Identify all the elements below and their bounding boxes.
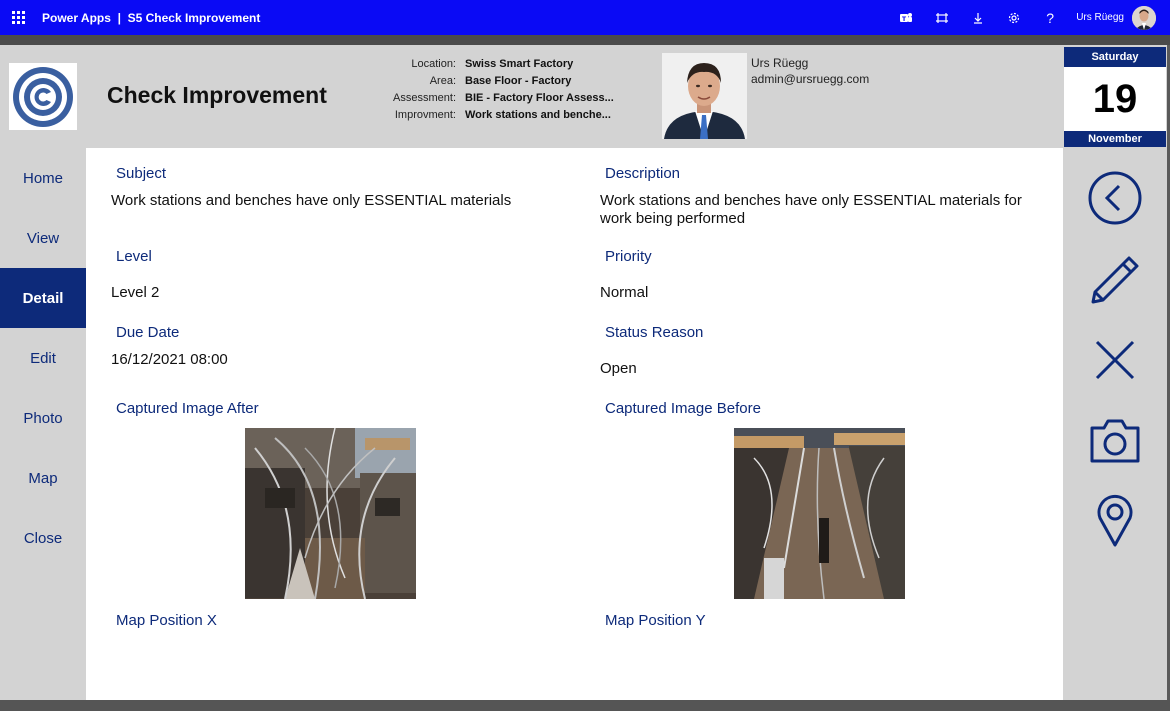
captured-image-before[interactable] (734, 428, 905, 599)
close-icon (1095, 340, 1135, 380)
location-label: Location: (411, 57, 456, 70)
due-date-value: 16/12/2021 08:00 (111, 351, 228, 368)
page-title: Check Improvement (107, 82, 327, 108)
map-button[interactable] (1064, 480, 1166, 560)
app-canvas: Check Improvement Location: Swiss Smart … (0, 45, 1167, 700)
header-shadow-band (0, 35, 1170, 45)
info-area: Area: Base Floor - Factory (340, 72, 650, 89)
map-pin-icon (1097, 495, 1133, 547)
info-location: Location: Swiss Smart Factory (340, 55, 650, 72)
cancel-button[interactable] (1064, 320, 1166, 400)
area-value: Base Floor - Factory (465, 74, 572, 87)
info-assessment: Assessment: BIE - Factory Floor Assess..… (340, 89, 650, 106)
level-label: Level (116, 248, 152, 265)
user-photo (662, 53, 747, 139)
map-position-y-label: Map Position Y (605, 612, 706, 629)
description-value: Work stations and benches have only ESSE… (600, 192, 1022, 227)
app-title: Power Apps | S5 Check Improvement (42, 11, 260, 25)
date-month: November (1064, 131, 1166, 147)
app-name: S5 Check Improvement (127, 10, 261, 25)
waffle-icon[interactable] (0, 0, 36, 35)
location-value: Swiss Smart Factory (465, 57, 574, 70)
map-position-x-label: Map Position X (116, 612, 217, 629)
assessment-label: Assessment: (393, 91, 456, 104)
detail-form: Subject Work stations and benches have o… (86, 148, 1063, 700)
nav-item-map[interactable]: Map (0, 448, 86, 508)
fit-screen-icon[interactable] (924, 0, 960, 35)
teams-icon[interactable]: T (888, 0, 924, 35)
priority-label: Priority (605, 248, 652, 265)
improvement-label: Improvment: (394, 108, 456, 121)
power-apps-header: Power Apps | S5 Check Improvement T ? Ur… (0, 0, 1170, 35)
back-button[interactable] (1064, 158, 1166, 238)
assessment-value: BIE - Factory Floor Assess... (465, 91, 614, 104)
subject-value: Work stations and benches have only ESSE… (111, 192, 512, 209)
back-icon (1088, 171, 1142, 225)
camera-button[interactable] (1064, 401, 1166, 481)
bottom-bar (0, 700, 1170, 711)
priority-value: Normal (600, 284, 649, 301)
status-reason-value: Open (600, 360, 637, 377)
status-reason-label: Status Reason (605, 324, 704, 341)
nav-item-photo[interactable]: Photo (0, 388, 86, 448)
area-label: Area: (429, 74, 456, 87)
header-user-name[interactable]: Urs Rüegg (1076, 12, 1124, 23)
subject-label: Subject (116, 165, 167, 182)
person-email: admin@ursruegg.com (751, 72, 870, 86)
edit-button[interactable] (1064, 240, 1166, 320)
improvement-value: Work stations and benche... (465, 108, 611, 121)
date-weekday: Saturday (1064, 47, 1166, 67)
company-logo (9, 63, 77, 130)
captured-image-after[interactable] (245, 428, 416, 599)
avatar[interactable] (1132, 5, 1156, 30)
nav-item-close[interactable]: Close (0, 508, 86, 568)
context-info: Location: Swiss Smart Factory Area: Base… (340, 55, 650, 123)
nav-item-view[interactable]: View (0, 208, 86, 268)
date-day-number: 19 (1064, 67, 1166, 131)
camera-icon (1090, 419, 1140, 463)
help-glyph: ? (1046, 9, 1055, 26)
help-icon[interactable]: ? (1032, 0, 1068, 35)
download-icon[interactable] (960, 0, 996, 35)
description-label: Description (605, 165, 681, 182)
person-name: Urs Rüegg (751, 56, 809, 70)
nav-item-edit[interactable]: Edit (0, 328, 86, 388)
title-separator: | (117, 10, 121, 25)
edit-pencil-icon (1091, 256, 1139, 304)
left-nav: Home View Detail Edit Photo Map Close (0, 148, 86, 568)
product-name: Power Apps (42, 10, 111, 25)
image-after-label: Captured Image After (116, 400, 259, 417)
gear-icon[interactable] (996, 0, 1032, 35)
nav-item-home[interactable]: Home (0, 148, 86, 208)
image-before-label: Captured Image Before (605, 400, 761, 417)
date-widget: Saturday 19 November (1064, 47, 1166, 147)
level-value: Level 2 (111, 284, 160, 301)
due-date-label: Due Date (116, 324, 180, 341)
info-improvement: Improvment: Work stations and benche... (340, 106, 650, 123)
nav-item-detail[interactable]: Detail (0, 268, 86, 328)
